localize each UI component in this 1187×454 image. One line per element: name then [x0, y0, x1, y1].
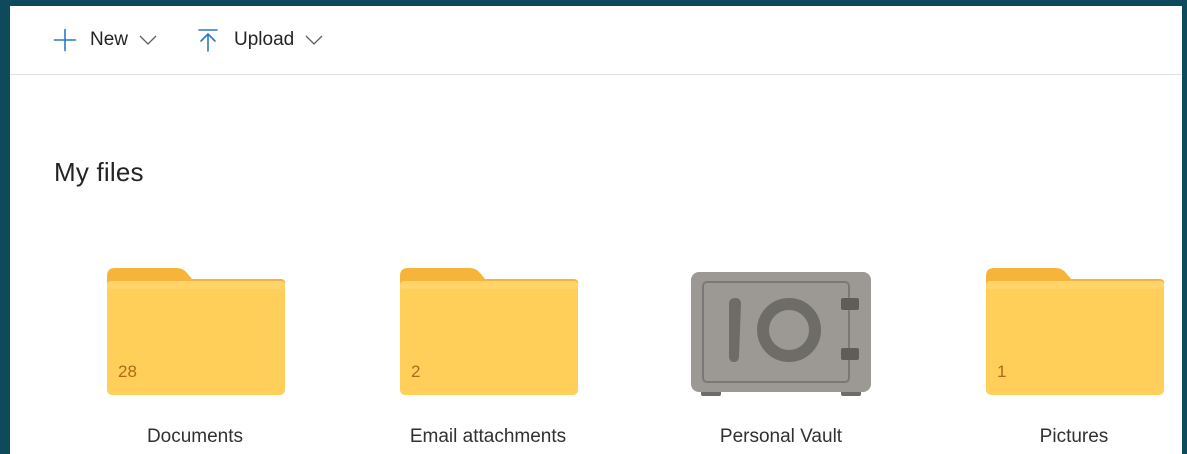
- folder-tile-pictures[interactable]: 1 Pictures: [944, 264, 1182, 454]
- page-title: My files: [54, 157, 144, 187]
- item-count-badge: 1: [997, 362, 1007, 381]
- tile-label: Pictures: [1039, 426, 1109, 447]
- folder-icon: [984, 264, 1166, 396]
- item-count-badge: 2: [411, 362, 421, 381]
- chevron-down-icon[interactable]: [138, 34, 158, 46]
- tile-label: Documents: [146, 426, 244, 447]
- vault-icon: [691, 264, 873, 396]
- new-button-label: New: [90, 29, 129, 50]
- command-bar: New Upload: [10, 6, 1182, 75]
- folder-icon: [398, 264, 580, 396]
- tile-label: Personal Vault: [719, 426, 843, 447]
- upload-arrow-icon: [198, 29, 218, 52]
- new-button[interactable]: New: [53, 26, 158, 54]
- plus-icon: [53, 28, 77, 52]
- folder-tile-documents[interactable]: 28 Documents: [65, 264, 325, 454]
- personal-vault-tile[interactable]: Personal Vault: [651, 264, 911, 454]
- chevron-down-icon[interactable]: [304, 34, 324, 46]
- upload-button[interactable]: Upload: [196, 26, 324, 54]
- item-count-badge: 28: [118, 362, 137, 381]
- onedrive-window: New Upload My files 28 Documents 2 Email…: [10, 6, 1182, 454]
- upload-button-label: Upload: [234, 29, 295, 50]
- folder-tile-email-attachments[interactable]: 2 Email attachments: [358, 264, 618, 454]
- tile-label: Email attachments: [409, 426, 567, 447]
